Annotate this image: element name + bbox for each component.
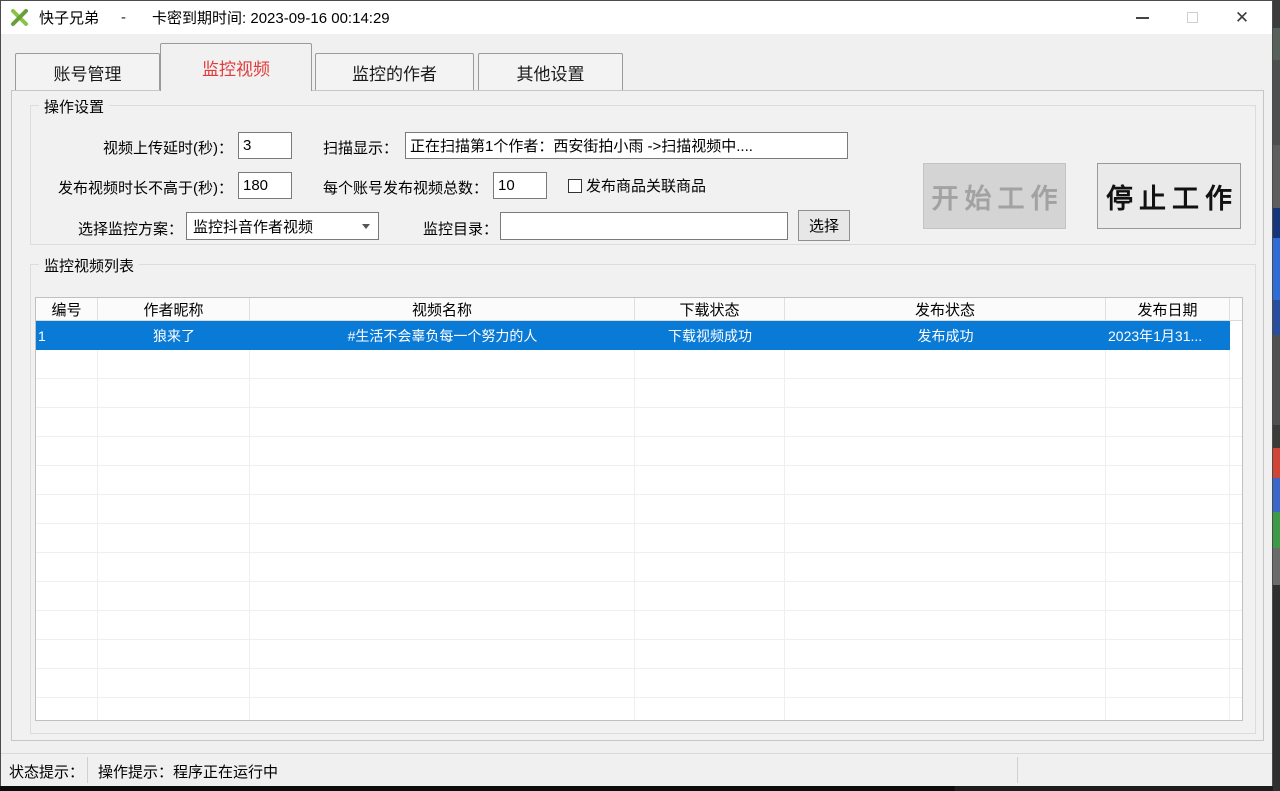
monitor-dir-label: 监控目录： bbox=[423, 218, 498, 239]
grid-line bbox=[36, 639, 1242, 640]
table-header: 编号作者昵称视频名称下载状态发布状态发布日期 bbox=[36, 298, 1242, 321]
grid-line bbox=[1105, 321, 1106, 720]
app-logo-icon bbox=[10, 8, 29, 27]
grid-line bbox=[36, 494, 1242, 495]
monitor-plan-label: 选择监控方案： bbox=[39, 218, 183, 239]
grid-line bbox=[36, 668, 1242, 669]
grid-line bbox=[1229, 321, 1230, 720]
tab-label: 其他设置 bbox=[517, 60, 585, 85]
monitor-plan-value: 监控抖音作者视频 bbox=[193, 216, 313, 237]
grid-line bbox=[36, 436, 1242, 437]
upload-delay-label: 视频上传延时(秒)： bbox=[39, 137, 233, 158]
monitor-dir-input[interactable] bbox=[500, 212, 788, 240]
desktop-edge-sliver bbox=[1273, 0, 1280, 791]
license-expiry-text: 卡密到期时间: 2023-09-16 00:14:29 bbox=[152, 7, 390, 28]
scan-display-input[interactable] bbox=[405, 132, 848, 159]
tab-label: 账号管理 bbox=[54, 60, 122, 85]
grid-line bbox=[36, 581, 1242, 582]
tab-monitor-video[interactable]: 监控视频 bbox=[160, 43, 312, 91]
tab-monitored-authors[interactable]: 监控的作者 bbox=[315, 53, 474, 90]
column-header[interactable]: 编号 bbox=[36, 298, 98, 321]
monitor-plan-select[interactable]: 监控抖音作者视频 bbox=[186, 212, 379, 240]
tab-account-management[interactable]: 账号管理 bbox=[15, 53, 160, 90]
tab-label: 监控的作者 bbox=[352, 60, 437, 85]
column-header[interactable]: 发布状态 bbox=[785, 298, 1106, 321]
chevron-down-icon bbox=[362, 224, 370, 229]
app-name: 快子兄弟 bbox=[39, 7, 99, 28]
monitored-video-table: 编号作者昵称视频名称下载状态发布状态发布日期 1狼来了#生活不会辜负每一个努力的… bbox=[35, 297, 1243, 721]
max-duration-label: 发布视频时长不高于(秒)： bbox=[39, 177, 233, 198]
minimize-button[interactable] bbox=[1117, 1, 1167, 34]
browse-button[interactable]: 选择 bbox=[798, 210, 850, 241]
maximize-icon bbox=[1187, 12, 1198, 23]
stop-work-button[interactable]: 停止工作 bbox=[1097, 163, 1241, 229]
settings-groupbox: 操作设置 视频上传延时(秒)： 扫描显示： 发布视频时长不高于(秒)： 每个账号… bbox=[30, 105, 1256, 245]
column-header[interactable]: 视频名称 bbox=[250, 298, 635, 321]
column-header[interactable]: 作者昵称 bbox=[98, 298, 250, 321]
close-button[interactable]: ✕ bbox=[1217, 1, 1267, 34]
grid-line bbox=[36, 465, 1242, 466]
minimize-icon bbox=[1136, 17, 1149, 19]
scan-display-label: 扫描显示： bbox=[323, 137, 398, 158]
status-bar: 状态提示： 操作提示：程序正在运行中 bbox=[1, 753, 1272, 786]
max-duration-input[interactable] bbox=[238, 172, 292, 199]
videos-per-account-input[interactable] bbox=[493, 172, 547, 199]
grid-line bbox=[36, 552, 1242, 553]
title-dash: - bbox=[121, 9, 126, 26]
tab-other-settings[interactable]: 其他设置 bbox=[478, 53, 623, 90]
settings-group-title: 操作设置 bbox=[39, 96, 109, 117]
grid-line bbox=[36, 378, 1242, 379]
column-header[interactable]: 发布日期 bbox=[1106, 298, 1230, 321]
table-cell: 下载视频成功 bbox=[635, 321, 785, 350]
tab-page-monitor-video: 操作设置 视频上传延时(秒)： 扫描显示： 发布视频时长不高于(秒)： 每个账号… bbox=[11, 90, 1264, 741]
grid-line bbox=[36, 407, 1242, 408]
table-cell: #生活不会辜负每一个努力的人 bbox=[250, 321, 635, 350]
grid-line bbox=[249, 321, 250, 720]
checkbox-box-icon bbox=[568, 179, 582, 193]
status-separator bbox=[87, 757, 88, 783]
link-product-checkbox[interactable]: 发布商品关联商品 bbox=[568, 175, 706, 196]
table-cell: 发布成功 bbox=[785, 321, 1106, 350]
close-icon: ✕ bbox=[1235, 9, 1249, 26]
operation-hint-text: 操作提示：程序正在运行中 bbox=[98, 761, 278, 782]
grid-line bbox=[36, 523, 1242, 524]
link-product-checkbox-label: 发布商品关联商品 bbox=[586, 175, 706, 196]
start-work-button[interactable]: 开始工作 bbox=[923, 163, 1066, 229]
grid-line bbox=[97, 321, 98, 720]
app-window: 快子兄弟 - 卡密到期时间: 2023-09-16 00:14:29 ✕ 账号管… bbox=[0, 0, 1273, 786]
table-row[interactable]: 1狼来了#生活不会辜负每一个努力的人下载视频成功发布成功2023年1月31... bbox=[36, 321, 1230, 350]
video-list-group-title: 监控视频列表 bbox=[39, 255, 139, 276]
window-controls: ✕ bbox=[1117, 1, 1267, 34]
window-title: 快子兄弟 - 卡密到期时间: 2023-09-16 00:14:29 bbox=[39, 7, 390, 28]
grid-line bbox=[634, 321, 635, 720]
titlebar: 快子兄弟 - 卡密到期时间: 2023-09-16 00:14:29 ✕ bbox=[1, 1, 1272, 34]
grid-line bbox=[36, 610, 1242, 611]
table-cell: 1 bbox=[36, 321, 98, 350]
maximize-button[interactable] bbox=[1167, 1, 1217, 34]
video-list-groupbox: 监控视频列表 编号作者昵称视频名称下载状态发布状态发布日期 1狼来了#生活不会辜… bbox=[30, 264, 1256, 734]
tab-label: 监控视频 bbox=[202, 55, 270, 80]
column-header[interactable]: 下载状态 bbox=[635, 298, 785, 321]
table-cell: 2023年1月31... bbox=[1106, 321, 1230, 350]
table-cell: 狼来了 bbox=[98, 321, 250, 350]
videos-per-account-label: 每个账号发布视频总数： bbox=[323, 177, 488, 198]
status-hint-label: 状态提示： bbox=[9, 761, 84, 782]
grid-line bbox=[36, 697, 1242, 698]
grid-line bbox=[784, 321, 785, 720]
status-separator bbox=[1017, 757, 1018, 783]
upload-delay-input[interactable] bbox=[238, 132, 292, 159]
